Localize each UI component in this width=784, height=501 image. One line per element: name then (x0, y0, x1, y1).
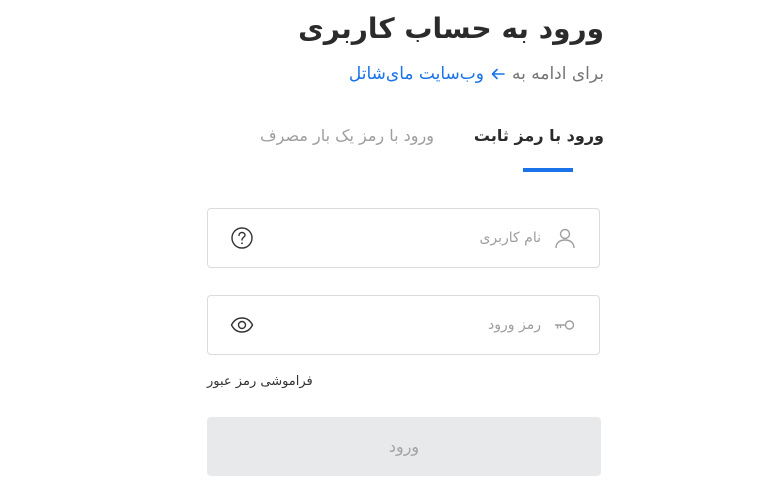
arrow-left-icon (490, 66, 506, 82)
username-field (207, 208, 600, 268)
login-page: ورود به حساب کاربری برای ادامه به وب‌سای… (0, 0, 784, 501)
password-input[interactable] (268, 296, 543, 354)
login-tabs: ورود با رمز یک بار مصرف ورود با رمز ثابت (260, 126, 604, 145)
key-icon (553, 313, 577, 337)
eye-icon[interactable] (230, 313, 254, 337)
forgot-password-link[interactable]: فراموشی رمز عبور (207, 374, 313, 389)
user-icon (553, 226, 577, 250)
tab-otp-password[interactable]: ورود با رمز یک بار مصرف (260, 126, 434, 145)
subtitle: برای ادامه به وب‌سایت مای‌شاتل (349, 64, 604, 84)
help-icon[interactable] (230, 226, 254, 250)
active-tab-indicator (523, 168, 573, 172)
subtitle-prefix: برای ادامه به (511, 64, 604, 84)
username-input[interactable] (268, 209, 543, 267)
tab-static-password[interactable]: ورود با رمز ثابت (474, 126, 604, 145)
password-field (207, 295, 600, 355)
page-title: ورود به حساب کاربری (298, 12, 604, 45)
login-button[interactable]: ورود (207, 417, 601, 476)
subtitle-site-link[interactable]: وب‌سایت مای‌شاتل (349, 64, 484, 84)
